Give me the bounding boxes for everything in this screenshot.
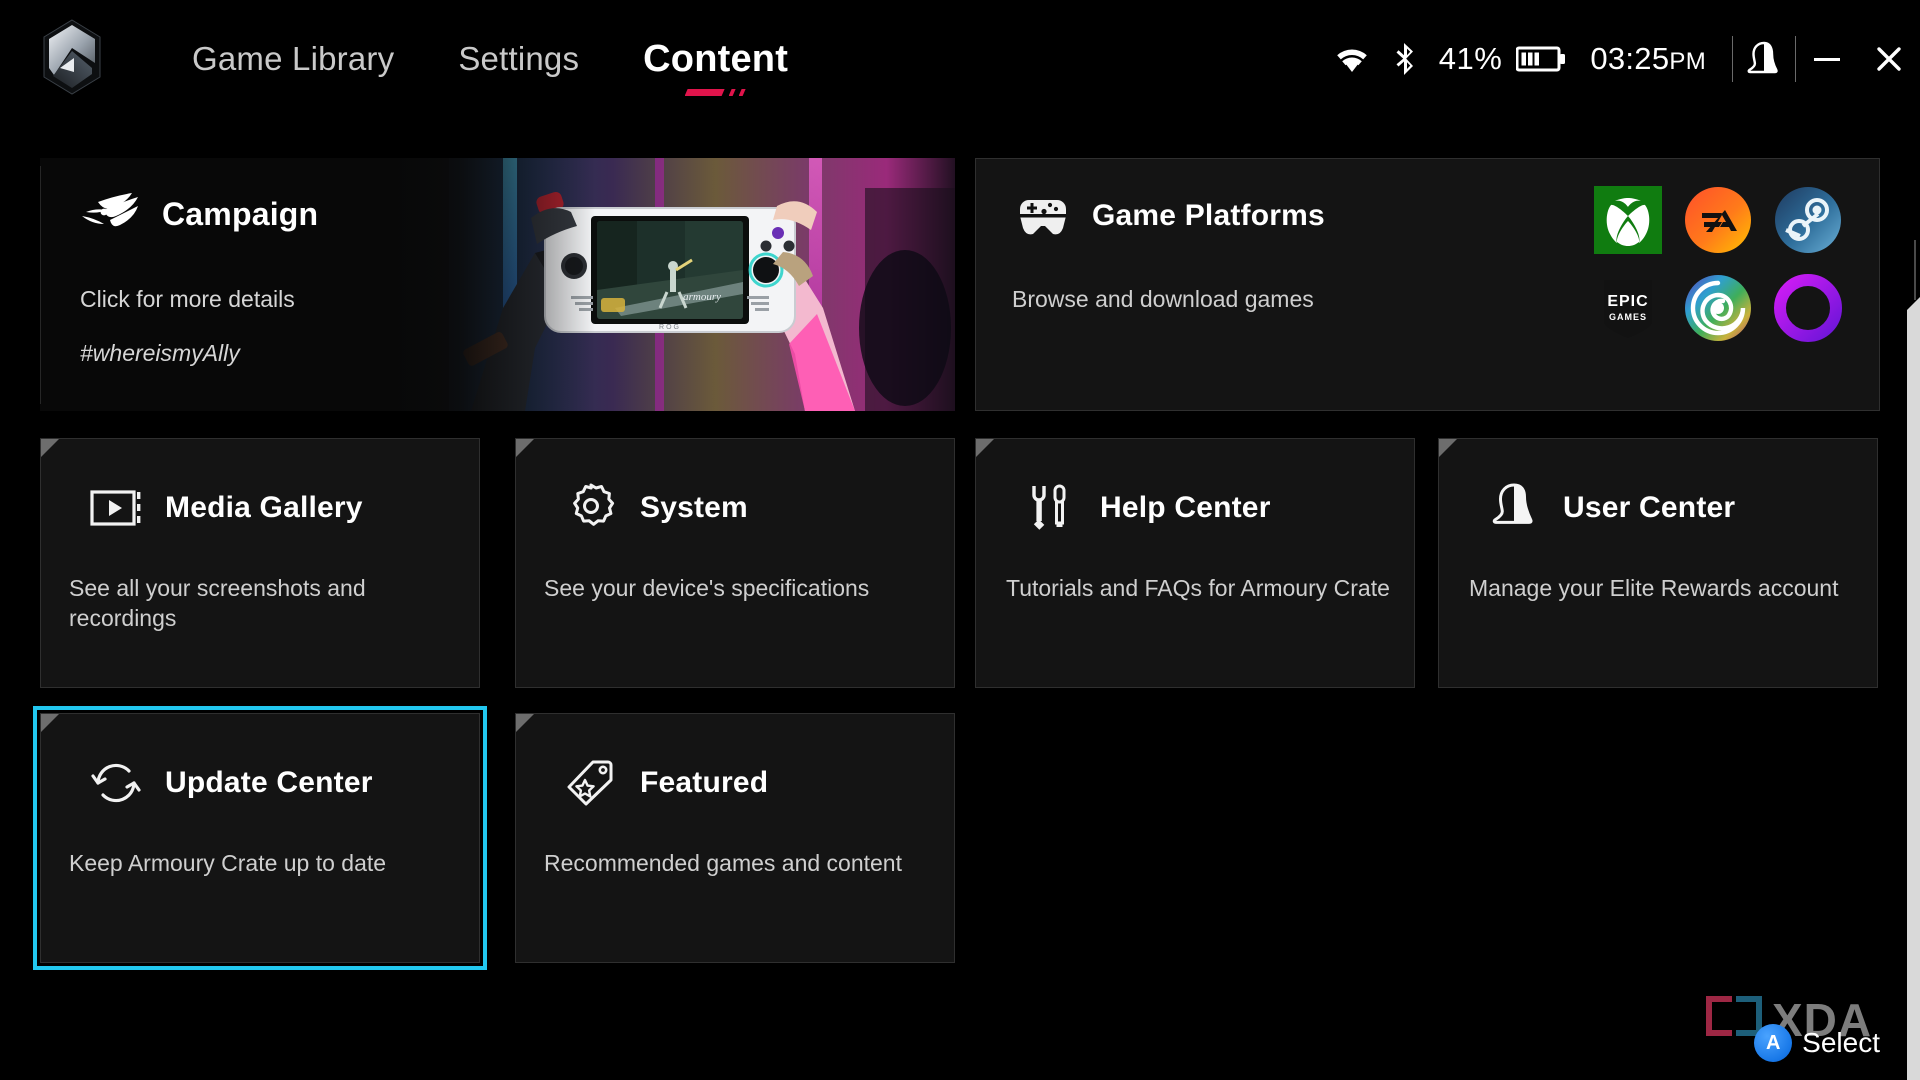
content-grid: armoury ROG Campaign Click for more deta… xyxy=(0,118,1920,1080)
xbox-logo-icon[interactable] xyxy=(1593,185,1663,255)
select-hint: A Select xyxy=(1754,1024,1880,1062)
bluetooth-icon[interactable] xyxy=(1393,41,1419,77)
battery-percent-label: 41% xyxy=(1438,41,1503,76)
close-button[interactable] xyxy=(1858,0,1920,118)
steam-logo-icon[interactable] xyxy=(1773,185,1843,255)
select-label: Select xyxy=(1802,1027,1880,1058)
corner-accent xyxy=(1439,439,1457,457)
clock: 03:25PM xyxy=(1590,41,1706,77)
system-header: System xyxy=(560,477,748,539)
scrollbar-thumb[interactable] xyxy=(1907,296,1920,1080)
gamepad-icon xyxy=(1012,185,1074,247)
minimize-button[interactable] xyxy=(1796,0,1858,118)
svg-text:armoury: armoury xyxy=(683,291,721,303)
gog-logo-icon[interactable] xyxy=(1773,273,1843,343)
svg-text:GAMES: GAMES xyxy=(1609,312,1647,322)
update-center-header: Update Center xyxy=(85,752,373,814)
wrench-screwdriver-icon xyxy=(1020,477,1082,539)
battery-icon xyxy=(1516,45,1566,73)
help-center-title: Help Center xyxy=(1100,491,1271,524)
featured-description: Recommended games and content xyxy=(544,850,902,876)
card-campaign[interactable]: armoury ROG Campaign Click for more deta… xyxy=(40,158,955,411)
ubisoft-logo-icon[interactable] xyxy=(1683,273,1753,343)
system-title: System xyxy=(640,491,748,524)
wifi-icon[interactable] xyxy=(1333,44,1371,74)
svg-text:EPIC: EPIC xyxy=(1607,293,1648,310)
campaign-title: Campaign xyxy=(162,196,319,232)
user-center-header: User Center xyxy=(1483,477,1735,539)
media-gallery-header: Media Gallery xyxy=(85,477,363,539)
corner-accent xyxy=(516,714,534,732)
user-avatar-icon xyxy=(1483,477,1545,539)
featured-header: Featured xyxy=(560,752,768,814)
platforms-description: Browse and download games xyxy=(1012,286,1314,312)
campaign-banner-image: armoury ROG xyxy=(385,158,955,411)
campaign-subtitle: Click for more details xyxy=(80,286,295,312)
epic-logo-icon[interactable]: EPIC GAMES xyxy=(1593,273,1663,343)
rog-eye-icon xyxy=(80,190,142,239)
vertical-scrollbar[interactable] xyxy=(1907,240,1920,1080)
update-center-description: Keep Armoury Crate up to date xyxy=(69,850,387,876)
media-gallery-description: See all your screenshots and recordings xyxy=(69,575,366,631)
card-featured[interactable]: Featured Recommended games and content xyxy=(515,713,955,963)
clock-meridiem: PM xyxy=(1669,48,1706,75)
campaign-hashtag: #whereismyAlly xyxy=(80,340,240,366)
nav-item-settings[interactable]: Settings xyxy=(426,0,611,118)
platform-logo-list: EPIC GAMES xyxy=(1593,185,1843,351)
main-nav: Game Library Settings Content xyxy=(160,0,820,118)
svg-text:ROG: ROG xyxy=(659,324,681,331)
system-description: See your device's specifications xyxy=(544,575,870,601)
status-area: 41% 03:25PM xyxy=(1333,0,1920,118)
user-center-title: User Center xyxy=(1563,491,1736,524)
tag-star-icon xyxy=(560,752,622,814)
refresh-sync-icon xyxy=(85,752,147,814)
corner-accent xyxy=(516,439,534,457)
corner-accent xyxy=(41,439,59,457)
card-left-rule xyxy=(40,166,41,404)
media-play-icon xyxy=(85,477,147,539)
clock-time: 03:25 xyxy=(1590,41,1670,76)
user-center-description: Manage your Elite Rewards account xyxy=(1469,575,1839,601)
card-system[interactable]: System See your device's specifications xyxy=(515,438,955,688)
update-center-title: Update Center xyxy=(165,766,373,799)
card-help-center[interactable]: Help Center Tutorials and FAQs for Armou… xyxy=(975,438,1415,688)
card-user-center[interactable]: User Center Manage your Elite Rewards ac… xyxy=(1438,438,1878,688)
nav-item-game-library[interactable]: Game Library xyxy=(160,0,426,118)
campaign-header: Campaign xyxy=(80,190,318,239)
a-button-icon: A xyxy=(1754,1024,1793,1062)
gear-icon xyxy=(560,477,622,539)
nav-item-content[interactable]: Content xyxy=(611,0,820,118)
corner-accent xyxy=(976,439,994,457)
corner-accent xyxy=(41,714,59,732)
platforms-header: Game Platforms xyxy=(1012,185,1325,247)
app-logo-icon[interactable] xyxy=(40,18,104,96)
help-center-header: Help Center xyxy=(1020,477,1271,539)
active-tab-underline xyxy=(685,89,747,96)
help-center-description: Tutorials and FAQs for Armoury Crate xyxy=(1006,575,1390,601)
ea-logo-icon[interactable] xyxy=(1683,185,1753,255)
nav-item-content-label: Content xyxy=(643,38,789,80)
user-avatar-icon[interactable] xyxy=(1733,37,1795,81)
card-media-gallery[interactable]: Media Gallery See all your screenshots a… xyxy=(40,438,480,688)
card-update-center[interactable]: Update Center Keep Armoury Crate up to d… xyxy=(33,706,487,970)
top-bar: Game Library Settings Content 41% 03:25P… xyxy=(0,0,1920,118)
featured-title: Featured xyxy=(640,766,769,799)
scrollbar-track xyxy=(1914,240,1916,300)
card-game-platforms[interactable]: Game Platforms Browse and download games xyxy=(975,158,1880,411)
platforms-title: Game Platforms xyxy=(1092,199,1325,232)
media-gallery-title: Media Gallery xyxy=(165,491,363,524)
armoury-crate-window: Game Library Settings Content 41% 03:25P… xyxy=(0,0,1920,1080)
